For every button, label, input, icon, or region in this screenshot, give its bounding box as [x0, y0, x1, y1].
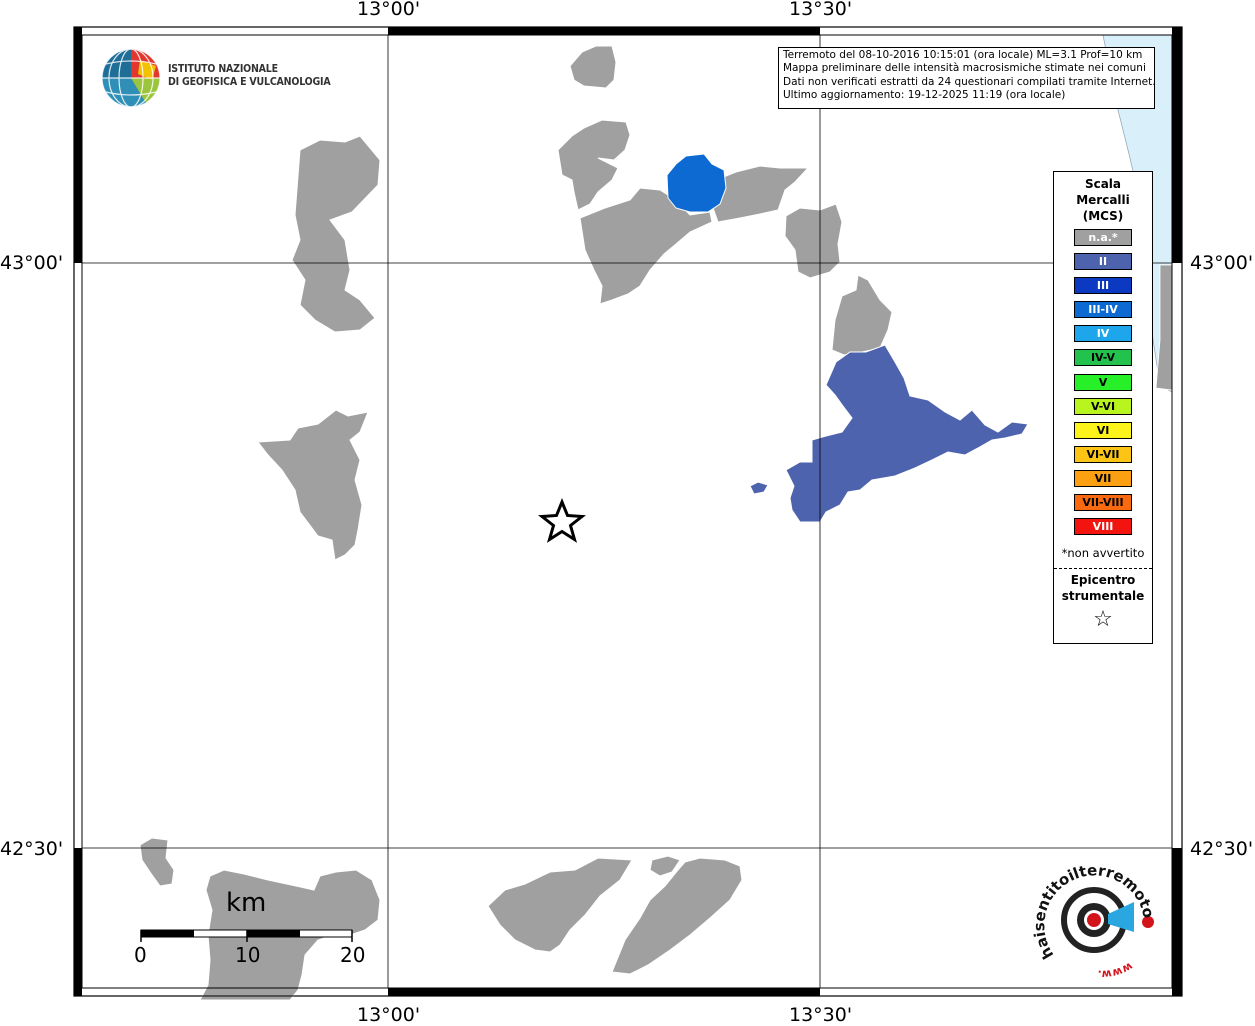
legend-item: IV	[1074, 325, 1132, 343]
legend-epicenter-label: Epicentro strumentale	[1054, 572, 1152, 604]
legend-item: VII-VIII	[1074, 494, 1132, 512]
ingv-globe-icon	[101, 48, 161, 108]
legend-item: V	[1074, 373, 1132, 391]
event-info-box: Terremoto del 08-10-2016 10:15:01 (ora l…	[778, 47, 1155, 109]
event-info-line-1: Terremoto del 08-10-2016 10:15:01 (ora l…	[783, 49, 1143, 61]
institute-name: ISTITUTO NAZIONALE DI GEOFISICA E VULCAN…	[168, 63, 331, 89]
legend-item: V-VI	[1074, 397, 1132, 415]
mcs-legend: Scala Mercalli (MCS) n.a.* II III III-IV IV I…	[1053, 171, 1153, 644]
legend-title: Scala Mercalli (MCS)	[1054, 176, 1152, 224]
scale-label-20: 20	[340, 943, 366, 967]
legend-item: VI-VII	[1074, 445, 1132, 463]
legend-item: VI	[1074, 421, 1132, 439]
legend-item: VII	[1074, 469, 1132, 487]
scale-title: km	[226, 888, 267, 918]
coord-top-1300: 13°00'	[357, 0, 421, 20]
legend-item: VIII	[1074, 518, 1132, 536]
coord-left-4300: 43°00'	[0, 252, 64, 274]
institute-line-1: ISTITUTO NAZIONALE	[168, 63, 278, 75]
svg-text:www.: www.	[1097, 960, 1135, 980]
coord-left-4230: 42°30'	[0, 838, 64, 860]
legend-epicenter-line-1: Epicentro	[1070, 573, 1136, 587]
legend-item: n.a.*	[1074, 229, 1132, 246]
legend-separator	[1054, 568, 1152, 569]
coord-right-4230: 42°30'	[1190, 838, 1254, 860]
legend-items: n.a.* II III III-IV IV IV-V V V-VI VI VI-VII VII VI…	[1074, 229, 1132, 542]
legend-title-line-2: Mercalli	[1076, 193, 1130, 207]
legend-epicenter-line-2: strumentale	[1061, 589, 1145, 603]
hst-logo-prefix: www.	[1097, 960, 1135, 980]
legend-title-line-3: (MCS)	[1082, 209, 1124, 223]
event-info-line-3: Dati non verificati estratti da 24 quest…	[783, 75, 1155, 88]
legend-item: IV-V	[1074, 349, 1132, 367]
event-info-line-4: Ultimo aggiornamento: 19-12-2025 11:19 (…	[783, 89, 1066, 102]
scale-label-0: 0	[134, 943, 147, 967]
coord-right-4300: 43°00'	[1190, 252, 1254, 274]
event-info-line-2: Mappa preliminare delle intensità macros…	[783, 62, 1146, 75]
scale-label-10: 10	[235, 943, 261, 967]
legend-note: *non avvertito	[1061, 546, 1145, 560]
hst-target-center-icon	[1087, 913, 1101, 927]
legend-star-icon: ☆	[1093, 607, 1113, 632]
coord-top-1330: 13°30'	[789, 0, 853, 20]
coord-bottom-1330: 13°30'	[789, 1004, 853, 1026]
institute-line-2: DI GEOFISICA E VULCANOLOGIA	[168, 76, 331, 88]
map-frame	[73, 26, 1183, 997]
coord-bottom-1300: 13°00'	[357, 1004, 421, 1026]
legend-item: II	[1074, 253, 1132, 271]
legend-item: III	[1074, 277, 1132, 295]
legend-item: III-IV	[1074, 301, 1132, 319]
haisentitoilterremoto-logo: haisentitoilterremoto.it www.	[1032, 860, 1158, 980]
legend-title-line-1: Scala	[1084, 177, 1122, 191]
